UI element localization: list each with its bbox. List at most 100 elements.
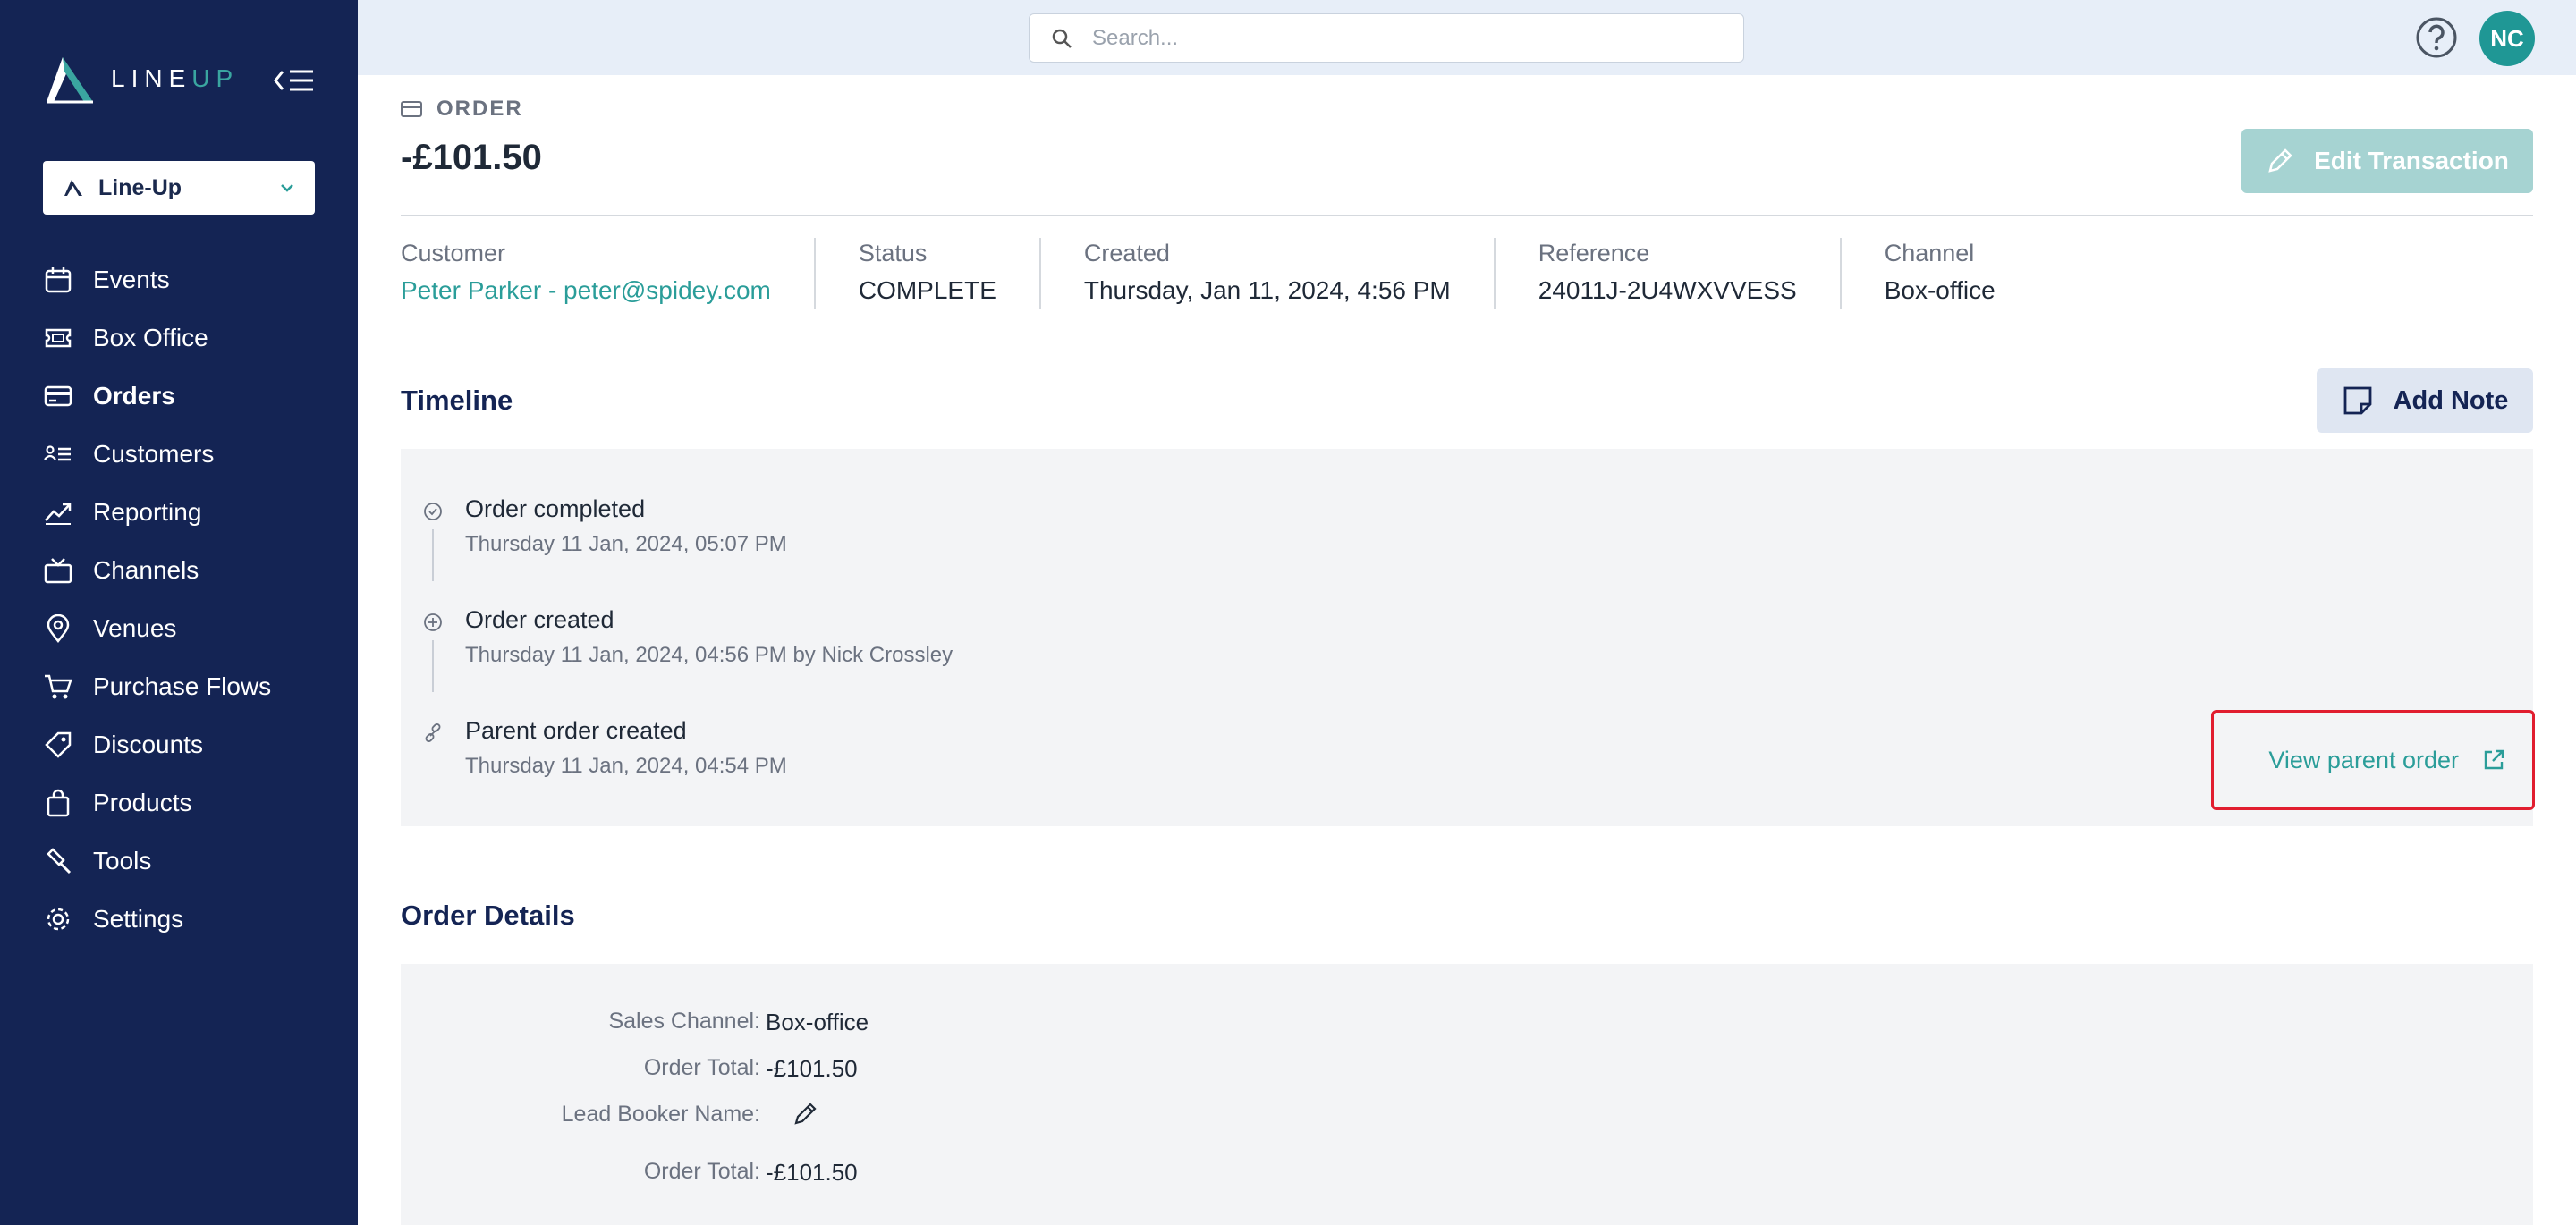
credit-card-icon — [401, 101, 422, 117]
cart-icon — [43, 672, 73, 702]
plus-circle-icon — [422, 612, 444, 633]
sidebar-item-label: Tools — [93, 846, 152, 874]
created-value: Thursday, Jan 11, 2024, 4:56 PM — [1083, 276, 1451, 304]
reference-value: 24011J-2U4WXVVESS — [1538, 276, 1797, 304]
timeline-event-title: Order completed — [465, 495, 646, 522]
status-value: COMPLETE — [858, 276, 996, 304]
sidebar-item-label: Reporting — [93, 497, 202, 526]
order-summary: Customer Peter Parker - peter@spidey.com… — [401, 238, 2038, 309]
tag-icon — [43, 730, 73, 760]
channel-field: Channel Box-office — [1884, 240, 1996, 304]
collapse-sidebar-button[interactable] — [272, 63, 317, 98]
page-section-label: ORDER — [401, 97, 523, 122]
timeline-event-title: Parent order created — [465, 717, 687, 744]
order-details-heading: Order Details — [401, 900, 575, 931]
map-pin-icon — [43, 613, 73, 644]
sidebar: LINEUP Line-Up Events Box Office Orders … — [0, 0, 358, 1225]
logo-text: LINEUP — [111, 64, 240, 92]
timeline-connector — [432, 529, 434, 581]
detail-label: Order Total: — [643, 1055, 760, 1080]
timeline-event-title: Order created — [465, 606, 614, 633]
link-icon — [422, 722, 444, 744]
help-icon[interactable] — [2415, 16, 2458, 59]
detail-value: -£101.50 — [766, 1159, 858, 1186]
view-parent-order-link[interactable]: View parent order — [2211, 710, 2535, 810]
sidebar-item-label: Channels — [93, 555, 199, 584]
timeline-panel: Order completed Thursday 11 Jan, 2024, 0… — [401, 449, 2535, 826]
sidebar-item-channels[interactable]: Channels — [43, 541, 329, 599]
sidebar-item-label: Customers — [93, 439, 215, 468]
user-avatar[interactable]: NC — [2479, 11, 2535, 66]
reference-field: Reference 24011J-2U4WXVVESS — [1496, 238, 1842, 309]
edit-lead-booker-button[interactable] — [792, 1100, 819, 1133]
search-box[interactable] — [1029, 13, 1744, 63]
detail-row: Sales Channel: Box-office — [401, 1009, 2533, 1044]
status-field: Status COMPLETE — [816, 238, 1041, 309]
org-selector[interactable]: Line-Up — [43, 161, 315, 215]
tv-icon — [43, 555, 73, 586]
lineup-logo[interactable]: LINEUP — [43, 54, 239, 104]
chart-line-icon — [43, 497, 73, 528]
sidebar-item-reporting[interactable]: Reporting — [43, 483, 329, 541]
detail-row: Order Total: -£101.50 — [401, 1159, 2533, 1195]
header-divider — [401, 215, 2533, 216]
org-name: Line-Up — [98, 174, 182, 200]
detail-row: Order Total: -£101.50 — [401, 1055, 2533, 1091]
search-icon — [1052, 29, 1072, 48]
sidebar-item-tools[interactable]: Tools — [43, 832, 329, 890]
customer-link[interactable]: Peter Parker - peter@spidey.com — [401, 276, 771, 305]
note-icon — [2343, 386, 2371, 415]
sidebar-item-customers[interactable]: Customers — [43, 425, 329, 483]
add-note-button[interactable]: Add Note — [2317, 368, 2533, 433]
ticket-icon — [43, 323, 73, 353]
timeline-event-time: Thursday 11 Jan, 2024, 04:54 PM — [465, 754, 787, 778]
org-logo-icon — [64, 180, 82, 196]
pencil-icon — [794, 1102, 817, 1125]
channel-value: Box-office — [1884, 276, 1996, 304]
detail-label: Lead Booker Name: — [561, 1102, 760, 1127]
sidebar-item-box-office[interactable]: Box Office — [43, 308, 329, 367]
search-input[interactable] — [1092, 25, 1722, 51]
detail-label: Sales Channel: — [608, 1009, 760, 1034]
detail-value: -£101.50 — [766, 1055, 858, 1082]
sidebar-item-discounts[interactable]: Discounts — [43, 715, 329, 773]
detail-row: Lead Booker Name: — [401, 1102, 2533, 1137]
timeline-event-time: Thursday 11 Jan, 2024, 04:56 PM by Nick … — [465, 643, 953, 667]
timeline-heading: Timeline — [401, 384, 513, 416]
order-details-panel: Sales Channel: Box-office Order Total: -… — [401, 964, 2533, 1225]
page-title: -£101.50 — [401, 138, 542, 177]
detail-value: Box-office — [766, 1009, 869, 1035]
edit-transaction-button[interactable]: Edit Transaction — [2241, 129, 2533, 193]
sidebar-item-label: Settings — [93, 904, 184, 933]
sidebar-item-venues[interactable]: Venues — [43, 599, 329, 657]
sidebar-item-label: Purchase Flows — [93, 672, 272, 700]
lineup-logo-icon — [47, 57, 93, 104]
external-link-icon — [2484, 749, 2504, 770]
sidebar-item-settings[interactable]: Settings — [43, 890, 329, 948]
customer-field: Customer Peter Parker - peter@spidey.com — [401, 238, 816, 309]
check-circle-icon — [422, 501, 444, 522]
calendar-icon — [43, 265, 73, 295]
bag-icon — [43, 788, 73, 818]
credit-card-icon — [43, 381, 73, 411]
top-bar: NC — [358, 0, 2576, 75]
sidebar-item-label: Products — [93, 788, 192, 816]
sidebar-item-purchase-flows[interactable]: Purchase Flows — [43, 657, 329, 715]
detail-label: Order Total: — [643, 1159, 760, 1184]
pencil-icon — [2268, 148, 2292, 173]
gear-icon — [43, 904, 73, 934]
collapse-menu-icon — [274, 70, 313, 91]
created-field: Created Thursday, Jan 11, 2024, 4:56 PM — [1041, 238, 1496, 309]
hammer-icon — [43, 846, 73, 876]
customers-icon — [43, 439, 73, 469]
sidebar-nav: Events Box Office Orders Customers Repor… — [43, 250, 329, 948]
timeline-connector — [432, 640, 434, 692]
sidebar-item-orders[interactable]: Orders — [43, 367, 329, 425]
chevron-down-icon — [281, 184, 293, 192]
sidebar-item-products[interactable]: Products — [43, 773, 329, 832]
sidebar-item-events[interactable]: Events — [43, 250, 329, 308]
sidebar-item-label: Venues — [93, 613, 177, 642]
sidebar-item-label: Events — [93, 265, 170, 293]
sidebar-item-label: Discounts — [93, 730, 203, 758]
sidebar-item-label: Box Office — [93, 323, 208, 351]
